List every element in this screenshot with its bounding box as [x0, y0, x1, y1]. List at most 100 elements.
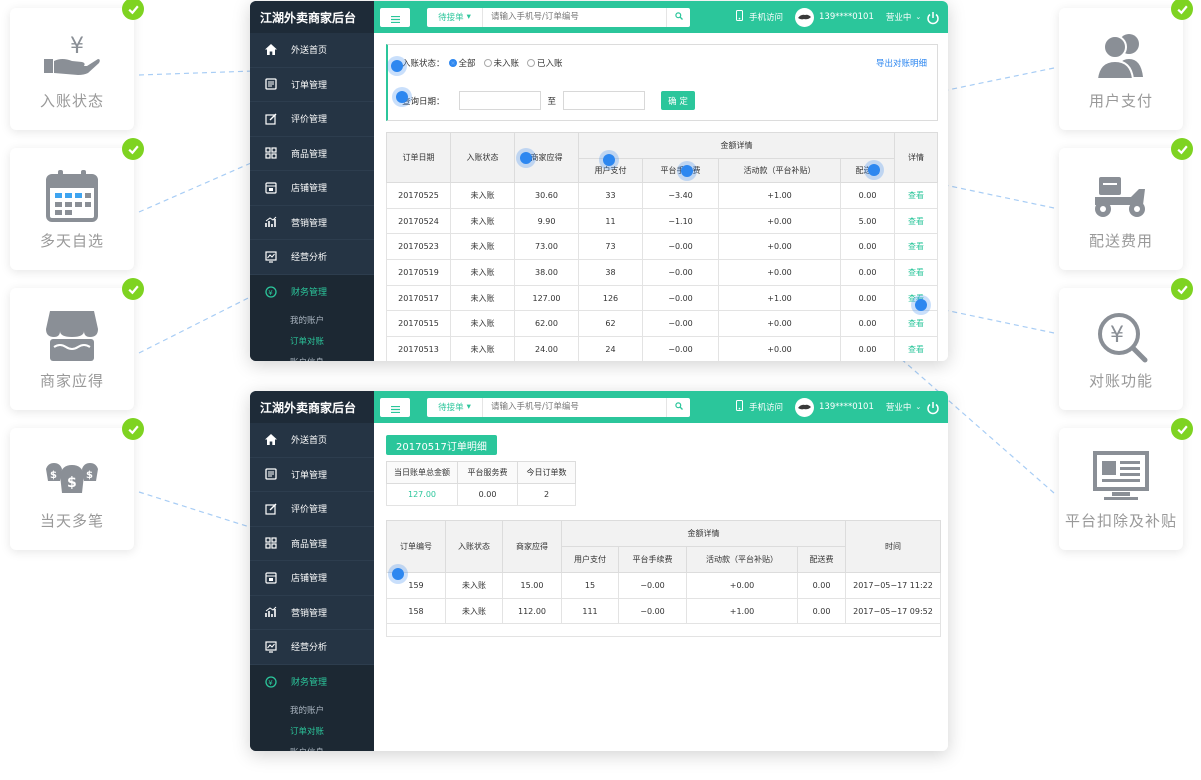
feature-label: 对账功能	[1088, 372, 1153, 390]
table-cell: 2017−05−17 11:22	[845, 572, 941, 599]
table-cell: −0.00	[642, 233, 719, 261]
mobile-access-link[interactable]: 手机访问	[736, 400, 783, 414]
svg-text:$: $	[50, 470, 57, 481]
subnav-account-info[interactable]: 账户信息	[250, 741, 374, 752]
radio-entered[interactable]: 已入账	[527, 57, 563, 69]
radio-label: 未入账	[493, 59, 520, 69]
sidebar-item-shop[interactable]: 店铺管理	[250, 171, 374, 206]
view-details-link[interactable]: 查看	[894, 207, 938, 235]
monitor-icon	[1091, 450, 1151, 502]
subnav-my-account[interactable]: 我的账户	[250, 309, 374, 330]
view-details-link[interactable]: 查看	[894, 182, 938, 209]
view-details-link[interactable]: 查看	[894, 310, 938, 338]
subnav-my-account[interactable]: 我的账户	[250, 699, 374, 720]
avatar	[795, 7, 815, 27]
user-menu[interactable]: 139****0101	[795, 397, 874, 417]
check-icon	[1171, 278, 1193, 300]
table-cell: 73.00	[514, 233, 579, 261]
table-cell: 62	[578, 310, 643, 338]
export-details-link[interactable]: 导出对账明细	[876, 57, 927, 69]
feature-card-user-payment: 用户支付	[1059, 0, 1193, 130]
col-order-date: 订单日期	[386, 132, 451, 183]
table-cell: 未入账	[450, 336, 515, 361]
search-button[interactable]	[666, 7, 690, 27]
edit-icon	[264, 112, 277, 125]
menu-toggle-button[interactable]	[380, 397, 410, 417]
table-cell: 0.00	[840, 284, 895, 312]
user-menu[interactable]: 139****0101	[795, 7, 874, 27]
end-date-field[interactable]	[563, 91, 646, 110]
main-content: 入账状态： 全部 未入账 已入账 导出对账明细 查询日期： 至 确 定 订单日期…	[374, 33, 948, 361]
main-content: 20170517订单明细 当日账单总金额 平台服务费 今日订单数 127.00 …	[374, 423, 948, 751]
subnav-order-reconciliation[interactable]: 订单对账	[250, 330, 374, 351]
table-cell: 0.00	[797, 597, 846, 625]
entry-status-filter: 入账状态： 全部 未入账 已入账	[402, 57, 571, 69]
radio-label: 已入账	[537, 59, 563, 69]
sidebar-item-analytics[interactable]: 经营分析	[250, 240, 374, 275]
table-cell: 20170515	[386, 310, 451, 338]
table-row: 20170525 未入账 30.60 33 −3.40 +1.00 0.00 查看	[386, 182, 938, 209]
table-cell: 未入账	[450, 207, 515, 235]
mobile-access-link[interactable]: 手机访问	[736, 10, 783, 24]
search-filter-dropdown[interactable]: 待接单 ▾	[427, 7, 483, 27]
sidebar-item-orders[interactable]: 订单管理	[250, 68, 374, 102]
sidebar-item-home[interactable]: 外送首页	[250, 423, 374, 458]
sidebar: 江湖外卖商家后台 外送首页 订单管理 评价管理 商品管理 店铺管理 营销管理 经…	[250, 1, 374, 361]
sidebar-item-marketing[interactable]: 营销管理	[250, 596, 374, 630]
business-status-dropdown[interactable]: 营业中 ⌄	[886, 11, 921, 23]
sidebar-item-orders[interactable]: 订单管理	[250, 458, 374, 492]
date-range-filter: 查询日期： 至 确 定	[402, 91, 696, 110]
table-cell: 0.00	[840, 259, 895, 286]
sidebar-item-home[interactable]: 外送首页	[250, 33, 374, 68]
top-bar: 待接单▾ 手机访问 139****0101 营业中⌄	[374, 1, 948, 33]
search-filter-label: 待接单	[438, 13, 464, 23]
user-phone: 139****0101	[819, 12, 874, 22]
sidebar-item-finance[interactable]: ¥ 财务管理	[250, 664, 374, 699]
table-row: 20170513 未入账 24.00 24 −0.00 +0.00 0.00 查看	[386, 336, 938, 361]
start-date-field[interactable]	[458, 91, 541, 110]
radio-label: 全部	[458, 59, 476, 69]
sidebar-item-label: 营销管理	[291, 218, 328, 229]
sidebar-item-shop[interactable]: 店铺管理	[250, 561, 374, 596]
radio-not-entered[interactable]: 未入账	[483, 57, 520, 69]
search-filter-dropdown[interactable]: 待接单 ▾	[427, 397, 483, 417]
sidebar-item-products[interactable]: 商品管理	[250, 527, 374, 561]
table-cell: 0.00	[840, 182, 895, 209]
power-icon[interactable]	[926, 400, 940, 415]
check-icon	[1171, 418, 1193, 440]
grid-icon	[264, 147, 277, 160]
sidebar-item-products[interactable]: 商品管理	[250, 137, 374, 171]
view-details-link[interactable]: 查看	[894, 233, 938, 261]
col-view: 详情	[894, 132, 938, 183]
subnav-order-reconciliation[interactable]: 订单对账	[250, 720, 374, 741]
search-input[interactable]	[483, 397, 666, 417]
radio-all[interactable]: 全部	[448, 57, 476, 69]
search-bar: 待接单 ▾	[427, 7, 690, 27]
table-cell: 15.00	[502, 572, 562, 599]
sidebar-item-marketing[interactable]: 营销管理	[250, 206, 374, 240]
top-bar: 待接单▾ 手机访问 139****0101 营业中⌄	[374, 391, 948, 423]
subnav-account-info[interactable]: 账户信息	[250, 351, 374, 362]
sidebar-item-finance[interactable]: ¥ 财务管理	[250, 274, 374, 309]
summary-order-count-label: 今日订单数	[517, 461, 576, 484]
radio-empty-icon	[483, 59, 492, 67]
power-icon[interactable]	[926, 10, 940, 25]
sidebar-item-analytics[interactable]: 经营分析	[250, 630, 374, 665]
confirm-button[interactable]: 确 定	[661, 91, 696, 110]
search-input[interactable]	[483, 7, 666, 27]
business-status-dropdown[interactable]: 营业中 ⌄	[886, 401, 921, 413]
sidebar-item-reviews[interactable]: 评价管理	[250, 102, 374, 137]
menu-toggle-button[interactable]	[380, 7, 410, 27]
svg-text:¥: ¥	[268, 679, 273, 687]
view-details-link[interactable]: 查看	[894, 259, 938, 286]
caret-down-icon: ▾	[466, 12, 471, 22]
table-cell: 126	[578, 284, 643, 312]
business-status-label: 营业中	[885, 403, 912, 413]
search-button[interactable]	[666, 397, 690, 417]
view-details-link[interactable]: 查看	[894, 336, 938, 361]
table-cell: −0.00	[642, 259, 719, 286]
sidebar-item-label: 订单管理	[291, 80, 328, 91]
table-cell: +1.00	[718, 182, 841, 209]
sidebar-item-reviews[interactable]: 评价管理	[250, 492, 374, 527]
table-cell: −0.00	[618, 597, 687, 625]
